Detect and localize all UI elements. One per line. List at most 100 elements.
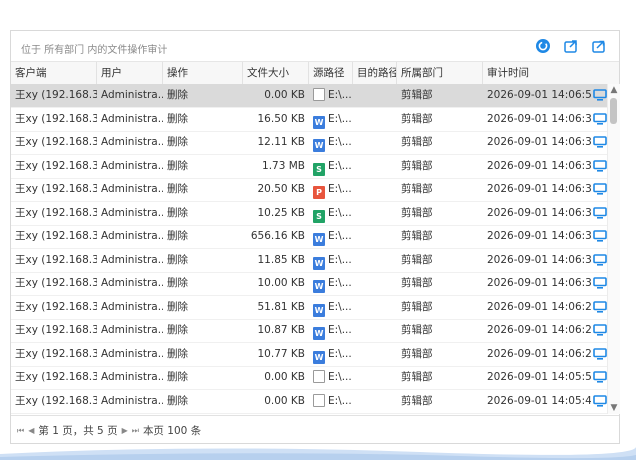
- monitor-icon[interactable]: [593, 371, 607, 383]
- table-row[interactable]: 王xy (192.168.3... Administra... 删除 10.77 KB…: [11, 343, 607, 367]
- col-dest-path[interactable]: 目的路径: [353, 62, 397, 84]
- cell-client: 王xy (192.168.3...: [15, 136, 97, 148]
- table-row[interactable]: 王xy (192.168.3... Administra... 删除 0.00 KB E…: [11, 84, 607, 108]
- cell-file-size: 12.11 KB: [257, 136, 306, 148]
- col-operation[interactable]: 操作: [163, 62, 243, 84]
- scroll-up-icon[interactable]: ▲: [608, 84, 620, 96]
- file-icon: [313, 88, 325, 101]
- source-path-text: E:\...: [328, 112, 352, 125]
- monitor-icon[interactable]: [593, 347, 607, 360]
- col-audit-time[interactable]: 审计时间: [483, 62, 607, 84]
- cell-client: 王xy (192.168.3...: [15, 300, 97, 313]
- cell-dest-path: [353, 319, 397, 342]
- table-row[interactable]: 王xy (192.168.3... Administra... 删除 0.00 KB E…: [11, 390, 607, 414]
- table-row[interactable]: 王xy (192.168.3... Administra... 删除 12.11 KB…: [11, 131, 607, 155]
- cell-audit-time: 2026-09-01 14:06:25: [487, 300, 591, 313]
- cell-file-size: 10.87 KB: [257, 324, 306, 336]
- monitor-icon[interactable]: [593, 136, 607, 148]
- vertical-scrollbar[interactable]: ▲ ▼: [607, 84, 620, 414]
- cell-user: Administra...: [101, 112, 163, 125]
- cell-user: Administra...: [101, 136, 163, 148]
- table-row[interactable]: 王xy (192.168.3... Administra... 删除 10.25 KB…: [11, 202, 607, 226]
- cell-client: 王xy (192.168.3...: [15, 394, 97, 407]
- table-row[interactable]: 王xy (192.168.3... Administra... 删除 10.00 KB…: [11, 272, 607, 296]
- scroll-down-icon[interactable]: ▼: [608, 402, 620, 414]
- cell-file-size: 10.00 KB: [257, 277, 306, 289]
- export-alt-icon[interactable]: [591, 38, 607, 54]
- cell-file-size: 0.00 KB: [264, 371, 305, 383]
- monitor-icon[interactable]: [593, 89, 607, 101]
- monitor-icon[interactable]: [593, 230, 607, 242]
- col-source-path[interactable]: 源路径: [309, 62, 353, 84]
- table-row[interactable]: 王xy (192.168.3... Administra... 删除 0.00 KB E…: [11, 366, 607, 390]
- cell-department: 剪辑部: [401, 230, 433, 242]
- col-department[interactable]: 所属部门: [397, 62, 483, 84]
- table-row[interactable]: 王xy (192.168.3... Administra... 删除 1.73 MB S…: [11, 155, 607, 179]
- cell-operation: 删除: [167, 300, 188, 313]
- last-page-icon[interactable]: ⏭: [132, 426, 139, 436]
- monitor-icon[interactable]: [593, 277, 607, 289]
- table-row[interactable]: 王xy (192.168.3... Administra... 删除 656.16 K…: [11, 225, 607, 249]
- cell-operation: 删除: [167, 253, 188, 266]
- cell-dest-path: [353, 366, 397, 389]
- cell-audit-time: 2026-09-01 14:06:30: [487, 230, 591, 242]
- cell-operation: 删除: [167, 277, 188, 289]
- monitor-icon[interactable]: [593, 206, 607, 219]
- cell-dest-path: [353, 343, 397, 366]
- source-path-text: E:\...: [328, 206, 352, 219]
- source-path-text: E:\...: [328, 230, 352, 242]
- cell-dest-path: [353, 84, 397, 107]
- next-page-icon[interactable]: ▶: [122, 426, 128, 435]
- source-path-text: E:\...: [328, 253, 352, 266]
- col-client[interactable]: 客户端: [11, 62, 97, 84]
- cell-client: 王xy (192.168.3...: [15, 159, 97, 172]
- monitor-icon[interactable]: [593, 394, 607, 407]
- cell-department: 剪辑部: [401, 347, 433, 360]
- word-file-icon: W: [313, 256, 325, 270]
- table-row[interactable]: 王xy (192.168.3... Administra... 删除 51.81 KB…: [11, 296, 607, 320]
- monitor-icon[interactable]: [593, 112, 607, 125]
- cell-operation: 删除: [167, 371, 188, 383]
- col-user[interactable]: 用户: [97, 62, 163, 84]
- ppt-file-icon: P: [313, 186, 325, 199]
- monitor-icon[interactable]: [593, 183, 607, 195]
- cell-file-size: 656.16 KB: [250, 230, 305, 242]
- col-file-size[interactable]: 文件大小: [243, 62, 309, 84]
- table-row[interactable]: 王xy (192.168.3... Administra... 删除 10.87 KB…: [11, 319, 607, 343]
- refresh-icon[interactable]: [535, 38, 551, 54]
- cell-source-path: S E:\...: [309, 202, 353, 225]
- cell-user: Administra...: [101, 347, 163, 360]
- source-path-text: E:\...: [328, 89, 352, 101]
- monitor-icon[interactable]: [593, 324, 607, 336]
- cell-source-path: W E:\...: [309, 131, 353, 154]
- prev-page-icon[interactable]: ◀: [28, 426, 34, 435]
- cell-source-path: E:\...: [309, 366, 353, 389]
- cell-file-size: 1.73 MB: [262, 159, 305, 172]
- source-path-text: E:\...: [328, 183, 352, 195]
- source-path-text: E:\...: [328, 394, 352, 407]
- cell-dest-path: [353, 225, 397, 248]
- cell-source-path: W E:\...: [309, 272, 353, 295]
- table-row[interactable]: 王xy (192.168.3... Administra... 删除 20.50 KB…: [11, 178, 607, 202]
- cell-source-path: W E:\...: [309, 249, 353, 272]
- table-row[interactable]: 王xy (192.168.3... Administra... 删除 11.85 KB…: [11, 249, 607, 273]
- word-file-icon: W: [313, 233, 325, 246]
- cell-user: Administra...: [101, 300, 163, 313]
- table-row[interactable]: 王xy (192.168.3... Administra... 删除 16.50 KB…: [11, 108, 607, 132]
- panel-toolbar: 位于 所有部门 内的文件操作审计: [11, 31, 619, 62]
- cell-client: 王xy (192.168.3...: [15, 183, 97, 195]
- monitor-icon[interactable]: [593, 159, 607, 172]
- cell-file-size: 0.00 KB: [264, 89, 305, 101]
- per-page-count: 本页 100 条: [142, 425, 202, 437]
- cell-user: Administra...: [101, 183, 163, 195]
- monitor-icon[interactable]: [593, 253, 607, 266]
- export-icon[interactable]: [563, 38, 579, 54]
- cell-audit-time: 2026-09-01 14:06:30: [487, 253, 591, 266]
- monitor-icon[interactable]: [593, 300, 607, 313]
- scroll-thumb[interactable]: [610, 98, 617, 124]
- cell-source-path: W E:\...: [309, 296, 353, 319]
- first-page-icon[interactable]: ⏮: [17, 426, 24, 436]
- cell-department: 剪辑部: [401, 89, 433, 101]
- cell-dest-path: [353, 296, 397, 319]
- cell-file-size: 10.25 KB: [257, 206, 306, 219]
